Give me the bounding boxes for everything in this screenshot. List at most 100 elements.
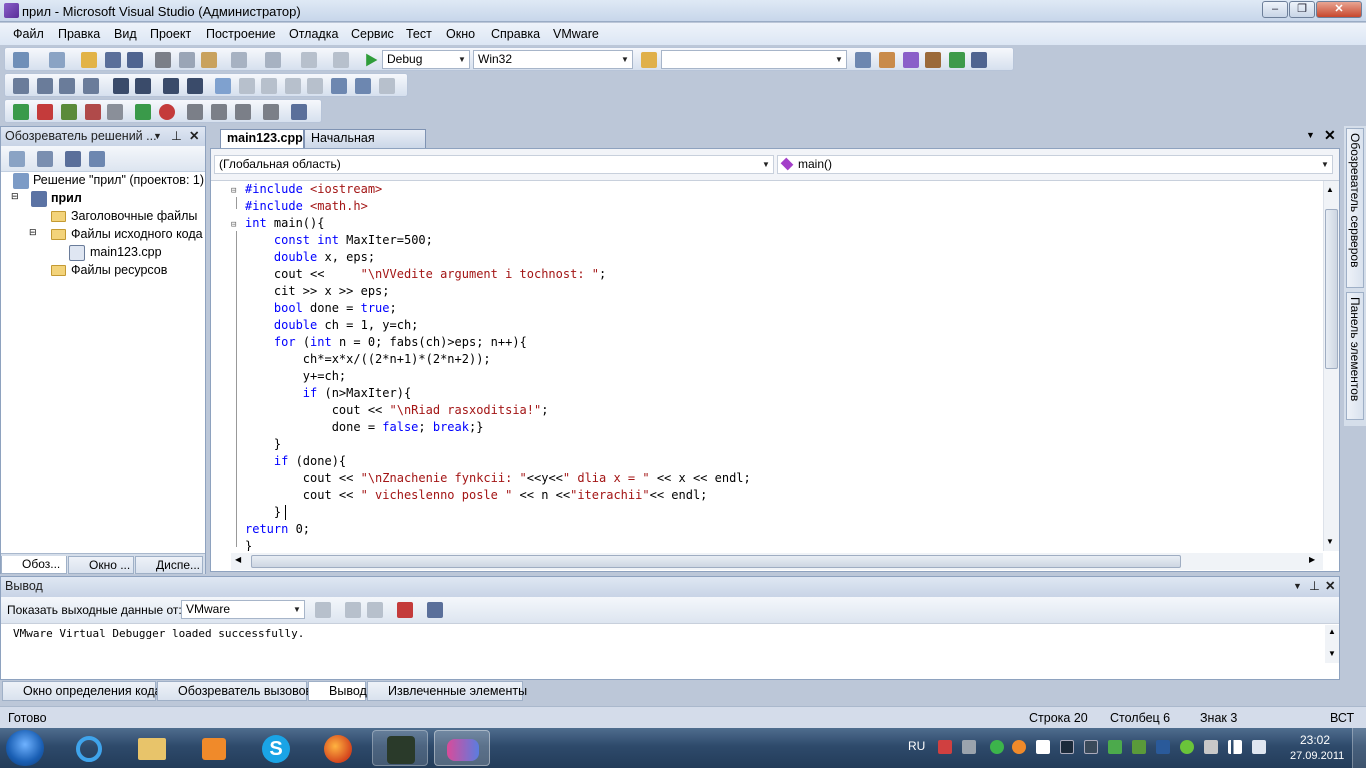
code-line[interactable]: y+=ch;	[245, 368, 346, 385]
clock-date[interactable]: 27.09.2011	[1290, 750, 1344, 762]
save-icon[interactable]	[105, 52, 121, 68]
taskbar-ie[interactable]	[62, 730, 118, 766]
build-solution-icon[interactable]	[61, 104, 77, 120]
scroll-left-icon[interactable]: ◀	[235, 555, 241, 564]
restore-button[interactable]: ❐	[1289, 1, 1315, 18]
network-signal-icon[interactable]	[1228, 740, 1242, 754]
tab-main123-cpp[interactable]: main123.cpp	[220, 129, 304, 148]
tab-call-browser[interactable]: Обозреватель вызовов	[157, 681, 312, 701]
code-line[interactable]: }	[245, 436, 281, 453]
next-bookmark-icon[interactable]	[261, 78, 277, 94]
code-line[interactable]: cit >> x >> eps;	[245, 283, 390, 300]
output-scrollbar[interactable]: ▲ ▼	[1325, 625, 1339, 663]
show-threads-icon[interactable]	[263, 104, 279, 120]
quick-info-icon[interactable]	[59, 78, 75, 94]
prev-bookmark-doc-icon[interactable]	[331, 78, 347, 94]
code-line[interactable]: double x, eps;	[245, 249, 375, 266]
clean-icon[interactable]	[85, 104, 101, 120]
solution-explorer-icon[interactable]	[855, 52, 871, 68]
expander-icon[interactable]: ⊟	[29, 227, 37, 238]
taskbar-firefox[interactable]	[310, 730, 366, 766]
cut-icon[interactable]	[155, 52, 171, 68]
taskbar-app-hand[interactable]	[372, 730, 428, 766]
copy-icon[interactable]	[179, 52, 195, 68]
taskbar-media-player[interactable]	[186, 730, 242, 766]
tree-resources[interactable]: Файлы ресурсов	[71, 263, 167, 277]
expander-icon[interactable]: ⊟	[11, 191, 19, 202]
minimize-button[interactable]: –	[1262, 1, 1288, 18]
code-line[interactable]: done = false; break;}	[245, 419, 484, 436]
scroll-up-icon[interactable]: ▲	[1328, 627, 1336, 636]
display-object-members-icon[interactable]	[13, 78, 29, 94]
step-over-icon[interactable]	[187, 104, 203, 120]
code-line[interactable]: for (int n = 0; fabs(ch)>eps; n++){	[245, 334, 527, 351]
tray-icon[interactable]	[1108, 740, 1122, 754]
tree-project[interactable]: прил	[51, 191, 82, 205]
menu-vmware[interactable]: VMware	[553, 27, 599, 41]
output-source-select[interactable]: VMware ▼	[181, 600, 305, 619]
dropdown-icon[interactable]: ▼	[153, 127, 162, 145]
scroll-thumb[interactable]	[1325, 209, 1338, 369]
start-button[interactable]	[6, 730, 44, 766]
redo-icon[interactable]	[265, 52, 281, 68]
menu-window[interactable]: Окно	[446, 27, 475, 41]
open-file-icon[interactable]	[81, 52, 97, 68]
properties-icon[interactable]	[879, 52, 895, 68]
clear-bookmarks-icon[interactable]	[379, 78, 395, 94]
menu-project[interactable]: Проект	[150, 27, 191, 41]
tree-headers[interactable]: Заголовочные файлы	[71, 209, 197, 223]
build-icon[interactable]	[13, 104, 29, 120]
decrease-indent-icon[interactable]	[113, 78, 129, 94]
step-out-icon[interactable]	[211, 104, 227, 120]
tab-class-view[interactable]: Окно ...	[68, 556, 134, 574]
uncomment-lines-icon[interactable]	[187, 78, 203, 94]
pin-icon[interactable]: ⊥	[1309, 577, 1320, 596]
previous-message-icon[interactable]	[345, 602, 361, 618]
taskbar-explorer[interactable]	[124, 730, 180, 766]
code-line[interactable]: ch*=x*x/((2*n+1)*(2*n+2));	[245, 351, 491, 368]
toolbox-icon[interactable]	[925, 52, 941, 68]
safely-remove-icon[interactable]	[1204, 740, 1218, 754]
code-line[interactable]: cout << "\nVVedite argument i tochnost: …	[245, 266, 606, 283]
start-debugging-icon[interactable]	[366, 53, 378, 67]
step-into-icon[interactable]	[135, 104, 151, 120]
scroll-down-icon[interactable]: ▼	[1326, 537, 1334, 546]
scroll-down-icon[interactable]: ▼	[1328, 649, 1336, 658]
next-bookmark-folder-icon[interactable]	[307, 78, 323, 94]
tray-icon[interactable]	[1180, 740, 1194, 754]
show-desktop-button[interactable]	[1352, 728, 1366, 768]
code-line[interactable]: return 0;	[245, 521, 310, 538]
tab-start-page[interactable]: Начальная страница	[304, 129, 426, 162]
hex-display-icon[interactable]	[235, 104, 251, 120]
code-line[interactable]: }	[245, 538, 252, 551]
active-files-icon[interactable]: ▼	[1306, 130, 1315, 140]
save-all-icon[interactable]	[127, 52, 143, 68]
horizontal-scrollbar[interactable]: ◀ ▶	[231, 553, 1323, 570]
volume-icon[interactable]	[1252, 740, 1266, 754]
code-line[interactable]: if (done){	[245, 453, 346, 470]
add-item-icon[interactable]	[49, 52, 65, 68]
tab-toolbox[interactable]: Панель элементов	[1346, 292, 1364, 420]
code-line[interactable]: #include <math.h>	[245, 198, 368, 215]
prev-bookmark-folder-icon[interactable]	[285, 78, 301, 94]
code-line[interactable]: }	[245, 504, 281, 521]
configuration-select[interactable]: Debug ▼	[382, 50, 470, 69]
command-window-icon[interactable]	[971, 52, 987, 68]
code-line[interactable]: int main(){	[245, 215, 324, 232]
cancel-build-icon[interactable]	[107, 104, 123, 120]
scroll-right-icon[interactable]: ▶	[1309, 555, 1315, 564]
tray-icon[interactable]	[1060, 740, 1074, 754]
tree-file-main123[interactable]: main123.cpp	[90, 245, 162, 259]
tab-output[interactable]: Вывод	[308, 681, 367, 701]
scope-select[interactable]: (Глобальная область) ▼	[214, 155, 774, 174]
code-line[interactable]: double ch = 1, y=ch;	[245, 317, 419, 334]
navigate-backward-icon[interactable]	[301, 52, 317, 68]
word-wrap-icon[interactable]	[427, 602, 443, 618]
scroll-up-icon[interactable]: ▲	[1326, 185, 1334, 194]
vertical-scrollbar[interactable]: ▲ ▼	[1323, 181, 1339, 551]
close-panel-icon[interactable]: ✕	[1325, 577, 1335, 596]
clock-time[interactable]: 23:02	[1300, 733, 1330, 747]
code-line[interactable]: const int MaxIter=500;	[245, 232, 433, 249]
find-message-icon[interactable]	[315, 602, 331, 618]
start-page-icon[interactable]	[949, 52, 965, 68]
